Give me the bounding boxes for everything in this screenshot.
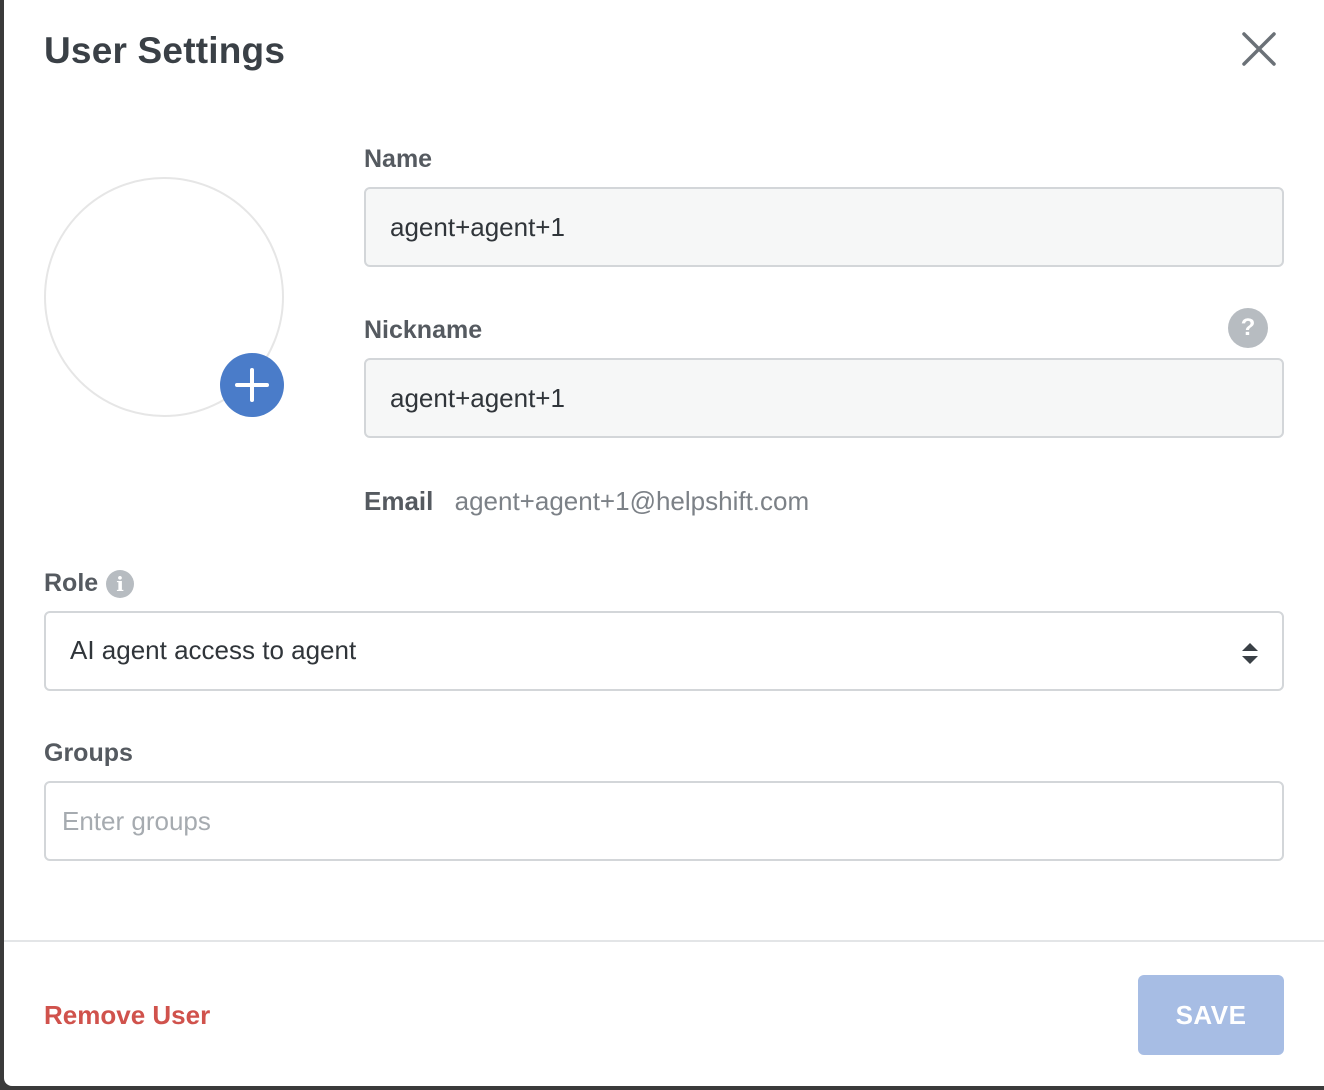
name-input[interactable] bbox=[364, 187, 1284, 267]
modal-title: User Settings bbox=[44, 30, 286, 71]
close-icon bbox=[1242, 32, 1276, 66]
email-row: Email agent+agent+1@helpshift.com bbox=[364, 486, 809, 517]
role-selected-value: AI agent access to agent bbox=[70, 635, 357, 665]
groups-input[interactable] bbox=[44, 781, 1284, 861]
groups-label: Groups bbox=[44, 739, 133, 767]
role-select[interactable]: AI agent access to agent bbox=[44, 611, 1284, 691]
remove-user-link[interactable]: Remove User bbox=[44, 1000, 210, 1031]
footer-divider bbox=[4, 940, 1324, 942]
email-label: Email bbox=[364, 486, 434, 516]
save-button[interactable]: SAVE bbox=[1138, 975, 1284, 1055]
email-value: agent+agent+1@helpshift.com bbox=[454, 486, 810, 516]
add-photo-button[interactable] bbox=[220, 353, 284, 417]
avatar-container bbox=[44, 177, 284, 417]
plus-icon bbox=[235, 368, 269, 402]
name-label: Name bbox=[364, 145, 433, 173]
close-button[interactable] bbox=[1236, 28, 1280, 72]
user-settings-modal: User Settings Name Nickname ? Email agen… bbox=[4, 0, 1324, 1086]
nickname-input[interactable] bbox=[364, 358, 1284, 438]
role-label: Role bbox=[44, 569, 99, 597]
question-mark-icon[interactable]: ? bbox=[1228, 308, 1268, 348]
nickname-label: Nickname bbox=[364, 316, 483, 344]
info-icon[interactable]: i bbox=[106, 570, 134, 598]
sort-arrows-icon bbox=[1242, 643, 1258, 664]
